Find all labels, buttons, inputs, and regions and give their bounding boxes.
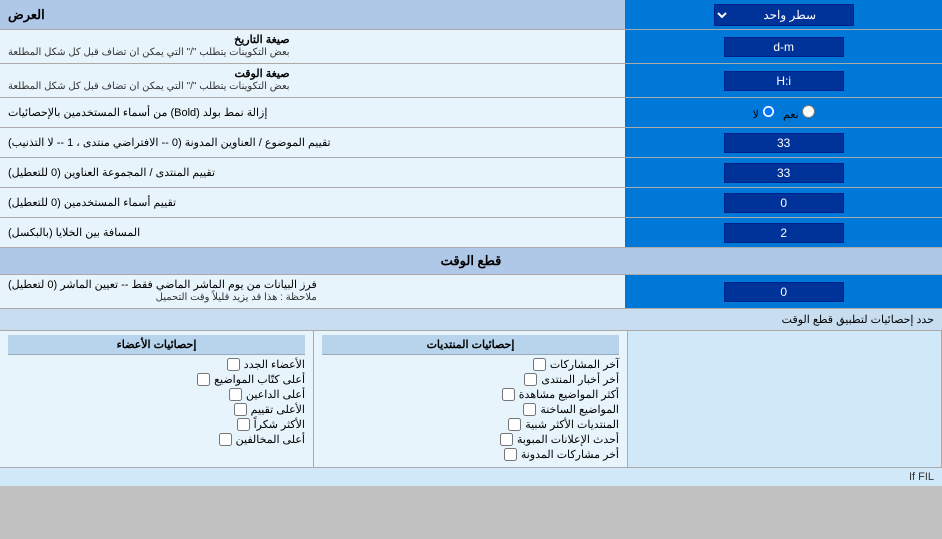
realtime-label: فرز البيانات من يوم الماشر الماضي فقط --… bbox=[0, 275, 625, 308]
cb-hot-topics-input[interactable] bbox=[523, 403, 536, 416]
cb-most-viewed-label: أكثر المواضيع مشاهدة bbox=[519, 388, 619, 401]
cb-top-rated: الأعلى تقييم bbox=[8, 403, 305, 416]
date-format-input-cell bbox=[625, 30, 942, 63]
cb-top-callers: أعلى الداعين bbox=[8, 388, 305, 401]
date-format-input[interactable] bbox=[724, 37, 844, 57]
cb-top-violators: أعلى المخالفين bbox=[8, 433, 305, 446]
cb-announcements-input[interactable] bbox=[500, 433, 513, 446]
forum-order-input-cell bbox=[625, 158, 942, 187]
space-label: المسافة بين الخلايا (بالبكسل) bbox=[0, 218, 625, 247]
cb-top-authors: أعلى كتّاب المواضيع bbox=[8, 373, 305, 386]
cb-top-rated-input[interactable] bbox=[234, 403, 247, 416]
cb-top-callers-label: أعلى الداعين bbox=[246, 388, 305, 401]
cb-most-thanked-input[interactable] bbox=[237, 418, 250, 431]
cb-popular-forums-label: المنتديات الأكثر شبية bbox=[525, 418, 619, 431]
single-line-select[interactable]: سطر واحد bbox=[714, 4, 854, 26]
cb-blog-posts: أخر مشاركات المدونة bbox=[322, 448, 619, 461]
cb-new-members: الأعضاء الجدد bbox=[8, 358, 305, 371]
user-order-row: تقييم أسماء المستخدمين (0 للتعطيل) bbox=[0, 188, 942, 218]
topic-order-input[interactable] bbox=[724, 133, 844, 153]
bottom-section: حدد إحصائيات لتطبيق قطع الوقت إحصائيات ا… bbox=[0, 309, 942, 486]
topic-order-label: تقييم الموضوع / العناوين المدونة (0 -- ا… bbox=[0, 128, 625, 157]
bold-remove-radio-cell: نعم لا bbox=[625, 98, 942, 127]
cb-popular-forums-input[interactable] bbox=[508, 418, 521, 431]
cb-forum-news: أخر أخبار المنتدى bbox=[322, 373, 619, 386]
member-stats-header: إحصائيات الأعضاء bbox=[8, 335, 305, 355]
realtime-section-header: قطع الوقت bbox=[0, 248, 942, 275]
cb-most-thanked: الأكثر شكراً bbox=[8, 418, 305, 431]
cb-popular-forums: المنتديات الأكثر شبية bbox=[322, 418, 619, 431]
date-format-label: صيغة التاريخ بعض التكوينات يتطلب "/" الت… bbox=[0, 30, 625, 63]
cb-hot-topics-label: المواضيع الساخنة bbox=[540, 403, 619, 416]
space-between-row: المسافة بين الخلايا (بالبكسل) bbox=[0, 218, 942, 248]
forum-order-row: تقييم المنتدى / المجموعة العناوين (0 للت… bbox=[0, 158, 942, 188]
forum-stats-col: إحصائيات المنتديات آخر المشاركات أخر أخب… bbox=[314, 331, 628, 467]
cb-top-violators-input[interactable] bbox=[219, 433, 232, 446]
time-format-input[interactable] bbox=[724, 71, 844, 91]
space-input-cell bbox=[625, 218, 942, 247]
cb-new-members-input[interactable] bbox=[227, 358, 240, 371]
filter-header: حدد إحصائيات لتطبيق قطع الوقت bbox=[0, 309, 942, 331]
bold-remove-row: نعم لا إزالة نمط بولد (Bold) من أسماء ال… bbox=[0, 98, 942, 128]
radio-no-label[interactable]: لا bbox=[753, 105, 775, 121]
topic-order-input-cell bbox=[625, 128, 942, 157]
cb-forum-news-input[interactable] bbox=[524, 373, 537, 386]
right-spacer bbox=[628, 331, 942, 467]
time-format-row: صيغة الوقت بعض التكوينات يتطلب "/" التي … bbox=[0, 64, 942, 98]
radio-no[interactable] bbox=[762, 105, 775, 118]
forum-stats-header: إحصائيات المنتديات bbox=[322, 335, 619, 355]
realtime-input[interactable] bbox=[724, 282, 844, 302]
user-order-label: تقييم أسماء المستخدمين (0 للتعطيل) bbox=[0, 188, 625, 217]
date-format-row: صيغة التاريخ بعض التكوينات يتطلب "/" الت… bbox=[0, 30, 942, 64]
bold-remove-label: إزالة نمط بولد (Bold) من أسماء المستخدمي… bbox=[0, 98, 625, 127]
cb-hot-topics: المواضيع الساخنة bbox=[322, 403, 619, 416]
user-order-input-cell bbox=[625, 188, 942, 217]
main-container: سطر واحد العرض صيغة التاريخ بعض التكوينا… bbox=[0, 0, 942, 486]
cb-announcements: أحدث الإعلانات المبوبة bbox=[322, 433, 619, 446]
forum-order-input[interactable] bbox=[724, 163, 844, 183]
time-format-input-cell bbox=[625, 64, 942, 97]
cb-top-callers-input[interactable] bbox=[229, 388, 242, 401]
cb-blog-posts-label: أخر مشاركات المدونة bbox=[521, 448, 619, 461]
cb-top-rated-label: الأعلى تقييم bbox=[251, 403, 305, 416]
member-stats-col: إحصائيات الأعضاء الأعضاء الجدد أعلى كتّا… bbox=[0, 331, 314, 467]
cb-recent-posts-input[interactable] bbox=[533, 358, 546, 371]
cb-top-authors-label: أعلى كتّاب المواضيع bbox=[214, 373, 305, 386]
cb-most-viewed-input[interactable] bbox=[502, 388, 515, 401]
space-input[interactable] bbox=[724, 223, 844, 243]
header-row: سطر واحد العرض bbox=[0, 0, 942, 30]
page-title: العرض bbox=[0, 0, 625, 29]
user-order-input[interactable] bbox=[724, 193, 844, 213]
realtime-row: فرز البيانات من يوم الماشر الماضي فقط --… bbox=[0, 275, 942, 309]
cb-announcements-label: أحدث الإعلانات المبوبة bbox=[517, 433, 619, 446]
cb-top-authors-input[interactable] bbox=[197, 373, 210, 386]
cb-recent-posts-label: آخر المشاركات bbox=[550, 358, 619, 371]
topic-order-row: تقييم الموضوع / العناوين المدونة (0 -- ا… bbox=[0, 128, 942, 158]
cb-most-thanked-label: الأكثر شكراً bbox=[254, 418, 305, 431]
realtime-input-cell bbox=[625, 275, 942, 308]
time-format-label: صيغة الوقت بعض التكوينات يتطلب "/" التي … bbox=[0, 64, 625, 97]
radio-yes-label[interactable]: نعم bbox=[783, 105, 815, 121]
cb-recent-posts: آخر المشاركات bbox=[322, 358, 619, 371]
bold-radio-group: نعم لا bbox=[753, 105, 815, 121]
header-left: سطر واحد bbox=[625, 0, 942, 29]
checkboxes-area: إحصائيات المنتديات آخر المشاركات أخر أخب… bbox=[0, 331, 942, 467]
cb-top-violators-label: أعلى المخالفين bbox=[236, 433, 305, 446]
cb-blog-posts-input[interactable] bbox=[504, 448, 517, 461]
forum-order-label: تقييم المنتدى / المجموعة العناوين (0 للت… bbox=[0, 158, 625, 187]
cb-forum-news-label: أخر أخبار المنتدى bbox=[541, 373, 619, 386]
filter-note: If FIL bbox=[0, 467, 942, 486]
radio-yes[interactable] bbox=[802, 105, 815, 118]
cb-most-viewed: أكثر المواضيع مشاهدة bbox=[322, 388, 619, 401]
cb-new-members-label: الأعضاء الجدد bbox=[244, 358, 305, 371]
